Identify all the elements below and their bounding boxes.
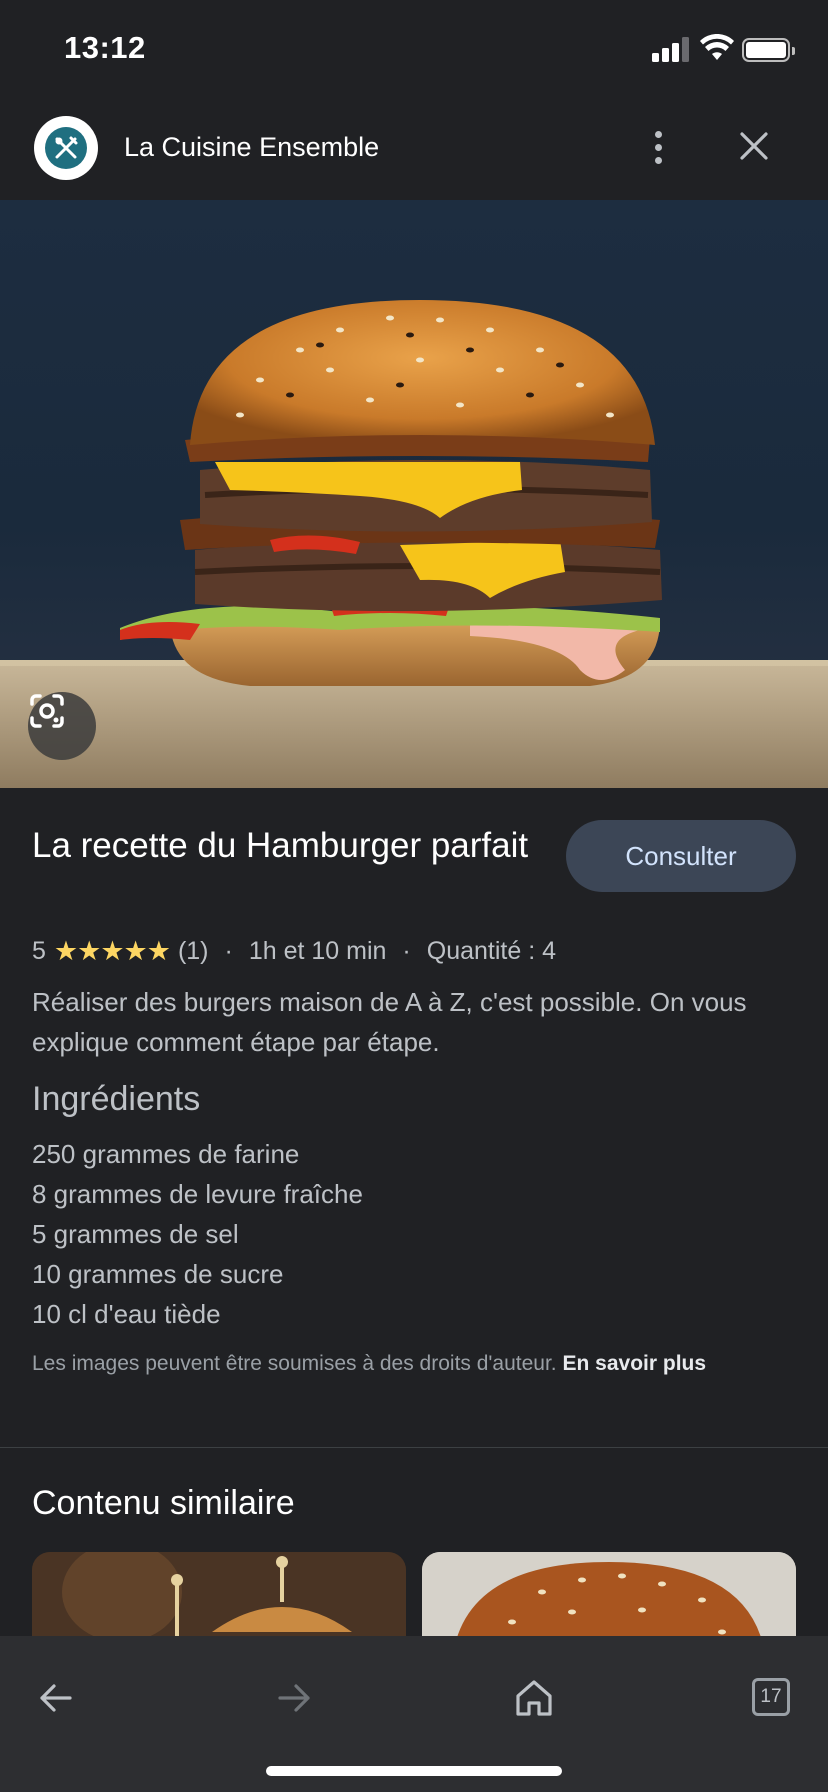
home-indicator: [266, 1766, 562, 1776]
home-icon[interactable]: [512, 1676, 556, 1720]
battery-icon: [742, 38, 795, 62]
quantity: Quantité : 4: [426, 937, 556, 965]
separator: ·: [224, 937, 233, 965]
site-logo-icon[interactable]: [34, 116, 98, 180]
consult-button[interactable]: Consulter: [566, 820, 796, 892]
google-lens-button[interactable]: [28, 692, 96, 760]
recipe-meta: 5 ★★★★★ (1) · 1h et 10 min · Quantité : …: [32, 936, 556, 967]
tabs-count-button[interactable]: 17: [752, 1678, 790, 1716]
more-options-icon[interactable]: [640, 122, 676, 172]
burger-image: [0, 300, 828, 788]
learn-more-link[interactable]: En savoir plus: [562, 1352, 706, 1375]
duration: 1h et 10 min: [248, 937, 387, 965]
status-bar: 13:12: [0, 0, 828, 100]
ingredients-heading: Ingrédients: [32, 1080, 201, 1118]
copyright-text: Les images peuvent être soumises à des d…: [32, 1352, 563, 1375]
site-name[interactable]: La Cuisine Ensemble: [124, 132, 379, 163]
ingredient-item: 10 cl d'eau tiède: [32, 1299, 221, 1329]
ingredient-item: 10 grammes de sucre: [32, 1259, 284, 1289]
back-arrow-icon[interactable]: [34, 1676, 78, 1720]
ingredient-item: 250 grammes de farine: [32, 1139, 300, 1169]
ingredients-list: 250 grammes de farine 8 grammes de levur…: [32, 1134, 363, 1334]
divider: [0, 1447, 828, 1448]
similar-content-heading: Contenu similaire: [32, 1484, 295, 1522]
recipe-description: Réaliser des burgers maison de A à Z, c'…: [32, 987, 747, 1057]
rating-value: 5: [32, 937, 46, 965]
separator: ·: [402, 937, 411, 965]
recipe-title: La recette du Hamburger parfait: [32, 826, 529, 865]
ingredient-item: 8 grammes de levure fraîche: [32, 1179, 363, 1209]
source-header: La Cuisine Ensemble: [0, 100, 828, 200]
star-rating-icon: ★★★★★: [53, 936, 171, 966]
ingredient-item: 5 grammes de sel: [32, 1219, 239, 1249]
close-icon[interactable]: [734, 126, 774, 166]
lens-icon: [30, 694, 64, 728]
rating-count: (1): [177, 937, 209, 965]
wifi-icon: [700, 34, 734, 60]
status-time: 13:12: [64, 30, 146, 65]
copyright-notice: Les images peuvent être soumises à des d…: [32, 1348, 802, 1380]
recipe-image[interactable]: [0, 200, 828, 788]
cellular-signal-icon: [652, 36, 692, 62]
forward-arrow-icon[interactable]: [272, 1676, 316, 1720]
